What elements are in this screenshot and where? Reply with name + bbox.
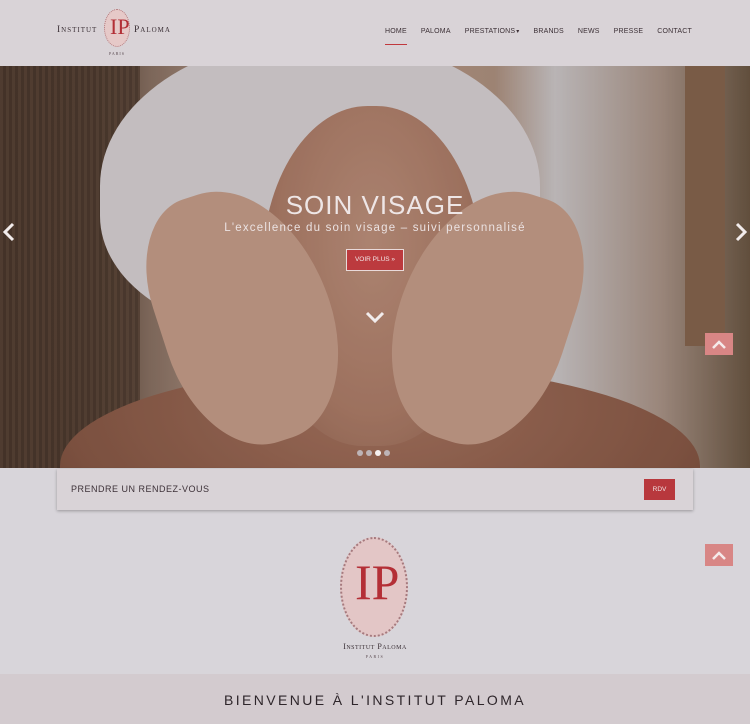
- logo-monogram: IP: [104, 9, 130, 47]
- nav-item-prestations-label: PRESTATIONS: [464, 28, 516, 35]
- institut-logo: IP Institut Paloma PARIS: [336, 537, 414, 662]
- nav-item-news[interactable]: NEWS: [578, 27, 600, 41]
- scroll-top-button[interactable]: [705, 544, 733, 566]
- slider-dot[interactable]: [357, 450, 363, 456]
- chevron-right-icon[interactable]: [734, 222, 748, 242]
- hero-title: SOIN VISAGE: [285, 190, 465, 220]
- site-logo[interactable]: Institut IP Paloma PARIS: [57, 9, 172, 59]
- nav-item-contact[interactable]: CONTACT: [657, 27, 692, 41]
- logo-oval: IP: [340, 537, 408, 637]
- logo-monogram-letters: IP: [355, 554, 400, 610]
- logo-city: PARIS: [365, 654, 385, 659]
- voir-plus-button[interactable]: VOIR PLUS »: [346, 249, 404, 271]
- logo-word-paloma: Paloma: [134, 25, 171, 35]
- caret-down-icon: ▾: [516, 29, 520, 35]
- nav-item-presse[interactable]: PRESSE: [614, 27, 644, 41]
- nav-item-prestations[interactable]: PRESTATIONS▾: [465, 27, 520, 41]
- chevron-left-icon[interactable]: [2, 222, 16, 242]
- appointment-bar: PRENDRE UN RENDEZ-VOUS RDV: [57, 469, 693, 510]
- welcome-title: BIENVENUE À L'INSTITUT PALOMA: [223, 692, 527, 708]
- slider-dot-active[interactable]: [375, 450, 381, 456]
- main-nav: HOME PALOMA PRESTATIONS▾ BRANDS NEWS PRE…: [371, 27, 692, 45]
- appointment-label: PRENDRE UN RENDEZ-VOUS: [71, 484, 210, 494]
- logo-name: Institut Paloma: [343, 642, 407, 651]
- slider-dot[interactable]: [366, 450, 372, 456]
- site-header: Institut IP Paloma PARIS HOME PALOMA PRE…: [0, 0, 750, 66]
- rdv-button[interactable]: RDV: [644, 479, 675, 500]
- logo-monogram-letters: IP: [110, 14, 130, 39]
- chevron-up-icon: [712, 339, 726, 349]
- chevron-down-icon[interactable]: [365, 310, 385, 324]
- welcome-section: BIENVENUE À L'INSTITUT PALOMA: [0, 674, 750, 724]
- chevron-up-icon: [712, 550, 726, 560]
- hero-subtitle: L'excellence du soin visage – suivi pers…: [224, 222, 526, 234]
- logo-word-institut: Institut: [57, 25, 98, 35]
- slider-dot[interactable]: [384, 450, 390, 456]
- nav-item-paloma[interactable]: PALOMA: [421, 27, 451, 41]
- scroll-top-button[interactable]: [705, 333, 733, 355]
- slider-dots: [357, 450, 390, 456]
- nav-item-home[interactable]: HOME: [385, 27, 407, 45]
- nav-item-brands[interactable]: BRANDS: [533, 27, 563, 41]
- logo-city: PARIS: [109, 51, 125, 56]
